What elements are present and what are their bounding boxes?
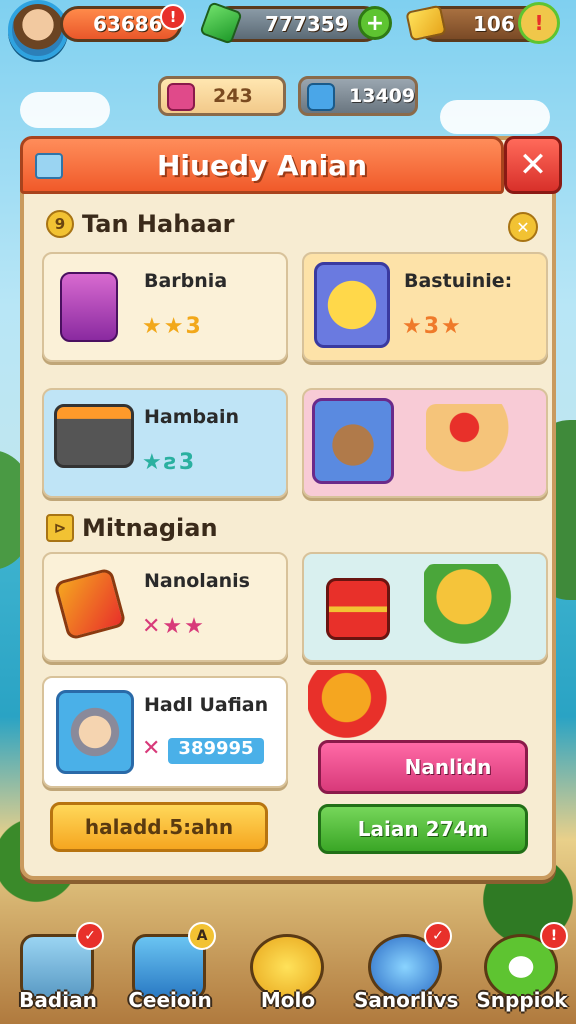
section-title: Tan Hahaar: [82, 210, 235, 238]
green-action-button[interactable]: Laian 274m: [318, 804, 528, 854]
ticket-icon: [167, 83, 195, 111]
nav-label: Sanorlivs: [354, 988, 459, 1012]
red-gift-box-icon: [326, 578, 390, 640]
score-value: 389995: [168, 738, 264, 764]
rating-stars: ★ƨ3: [142, 450, 197, 475]
card-pets[interactable]: [302, 388, 548, 498]
bottom-nav: ✓ Badian A Ceeioin Molo ✓ Sanorlivs ! Sn…: [0, 920, 576, 1024]
card-barbnia[interactable]: Barbnia ★★3: [42, 252, 288, 362]
button-label: Nanlidn: [404, 755, 492, 779]
main-panel: Hiuedy Anian ✕ 9 Tan Hahaar ✕ Barbnia ★★…: [20, 136, 562, 880]
coin-badge-icon: [314, 262, 390, 348]
nav-badge: ✓: [76, 922, 104, 950]
nav-badge: ✓: [424, 922, 452, 950]
energy-icon: [307, 83, 335, 111]
dog-portrait-icon: [312, 398, 394, 484]
cat-on-cushion-icon: [424, 564, 524, 646]
section-close-icon[interactable]: ✕: [508, 212, 538, 242]
nav-badge: !: [540, 922, 568, 950]
button-label: Laian 274m: [357, 817, 489, 841]
card-title: Hadl Uafian: [144, 694, 269, 716]
nav-label: Badian: [19, 988, 97, 1012]
cloud: [20, 92, 110, 128]
nav-label: Ceeioin: [128, 988, 212, 1012]
section-header-2: ⊳ Mitnagian: [46, 514, 218, 542]
rating-stars: ★★3: [142, 314, 203, 339]
button-label: haladd.5:ahn: [84, 815, 234, 839]
cat-character-icon: [426, 404, 522, 482]
nav-sanorlivs[interactable]: ✓ Sanorlivs: [354, 920, 458, 1020]
card-bastuinie[interactable]: Bastuinie: ★3★: [302, 252, 548, 362]
nav-badian[interactable]: ✓ Badian: [6, 920, 110, 1020]
nav-badge: A: [188, 922, 216, 950]
top-bar: 63686 ! 777359 + 106 !: [0, 0, 576, 60]
section-title: Mitnagian: [82, 514, 218, 542]
rating-marker: ✕: [142, 736, 163, 761]
card-title: Nanolanis: [144, 570, 250, 592]
card-title: Hambain: [144, 406, 239, 428]
rating-stars: ★3★: [402, 314, 463, 339]
gold-value: 106: [473, 12, 515, 36]
close-button[interactable]: ✕: [504, 136, 562, 194]
coins-alert-badge[interactable]: !: [160, 4, 186, 30]
coins-value: 63686: [93, 12, 163, 36]
nav-label: Molo: [260, 988, 316, 1012]
card-gifts[interactable]: [302, 552, 548, 662]
nav-snppiok[interactable]: ! Snppiok: [470, 920, 574, 1020]
card-hambain[interactable]: Hambain ★ƨ3: [42, 388, 288, 498]
laptop-icon: [54, 404, 134, 468]
nav-molo[interactable]: Molo: [236, 920, 340, 1020]
girl-portrait-icon: [56, 690, 134, 774]
player-avatar[interactable]: [8, 0, 68, 60]
rating-stars: ✕★★: [142, 614, 206, 639]
play-icon: ⊳: [46, 514, 74, 542]
gold-alert-badge[interactable]: !: [518, 2, 560, 44]
nav-label: Snppiok: [476, 988, 568, 1012]
tickets-value: 243: [213, 85, 253, 107]
yellow-action-button[interactable]: haladd.5:ahn: [50, 802, 268, 852]
star-book-icon: [53, 567, 127, 641]
add-gems-button[interactable]: +: [358, 6, 392, 40]
nav-ceeioin[interactable]: A Ceeioin: [118, 920, 222, 1020]
cloud: [440, 100, 550, 134]
card-title: Bastuinie:: [404, 270, 513, 292]
panel-header: Hiuedy Anian: [20, 136, 504, 194]
panel-title: Hiuedy Anian: [156, 148, 368, 182]
tickets-counter: 243: [158, 76, 286, 116]
card-hadl-uafian[interactable]: Hadl Uafian ✕ 389995: [42, 676, 288, 788]
card-title: Barbnia: [144, 270, 228, 292]
coin-icon: 9: [46, 210, 74, 238]
nanlidn-button[interactable]: Nanlidn: [318, 740, 528, 794]
gems-value: 777359: [265, 12, 349, 36]
energy-counter: 13409: [298, 76, 418, 116]
box-icon: [35, 153, 63, 179]
purple-box-icon: [60, 272, 118, 342]
energy-value: 13409: [349, 85, 416, 107]
section-header-1: 9 Tan Hahaar: [46, 210, 235, 238]
card-nanolanis[interactable]: Nanolanis ✕★★: [42, 552, 288, 662]
